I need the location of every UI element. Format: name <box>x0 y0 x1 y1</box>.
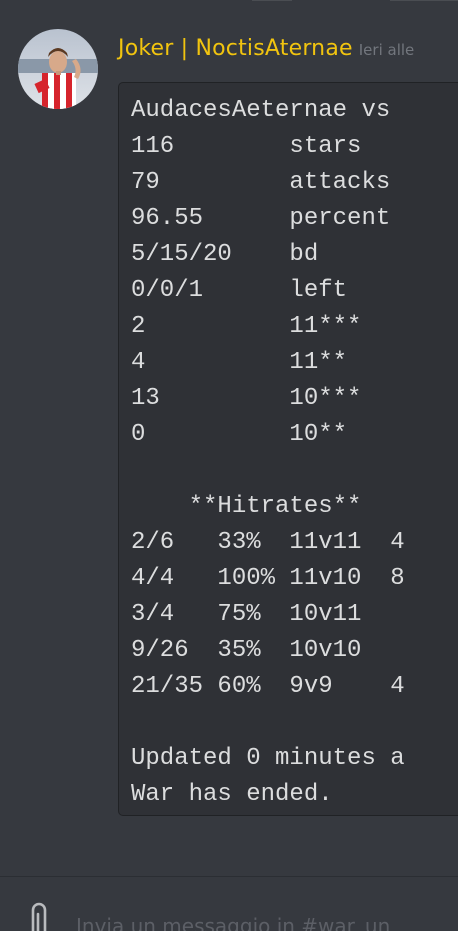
composer-divider <box>0 876 458 877</box>
code-line: 21/35 60% 9v9 4 <box>131 673 405 700</box>
code-line: AudacesAeternae vs <box>131 97 391 124</box>
chat-screen: Joker | NoctisAternae Ieri alle AudacesAe… <box>0 0 458 931</box>
code-line: War has ended. <box>131 781 333 808</box>
code-line: **Hitrates** <box>131 493 362 520</box>
username[interactable]: Joker | NoctisAternae <box>118 36 353 61</box>
attach-button[interactable] <box>26 900 52 931</box>
code-line: Updated 0 minutes a <box>131 745 405 772</box>
divider-line-right <box>390 0 458 1</box>
user-avatar[interactable] <box>18 29 98 109</box>
code-line: 2/6 33% 11v11 4 <box>131 529 405 556</box>
message-input[interactable] <box>76 908 458 931</box>
code-line: 5/15/20 bd <box>131 241 319 268</box>
code-line: 2 11*** <box>131 313 362 340</box>
timestamp: Ieri alle <box>358 41 415 59</box>
message-header: Joker | NoctisAternae Ieri alle <box>118 36 414 61</box>
code-line: 4 11** <box>131 349 348 376</box>
code-line: 79 attacks <box>131 169 391 196</box>
code-line: 96.55 percent <box>131 205 391 232</box>
code-line: 13 10*** <box>131 385 362 412</box>
previous-message-divider <box>0 0 458 6</box>
paperclip-icon <box>31 902 47 931</box>
code-line: 0 10** <box>131 421 348 448</box>
code-line: 3/4 75% 10v11 <box>131 601 362 628</box>
code-block: AudacesAeternae vs 116 stars 79 attacks … <box>118 82 458 816</box>
divider-line-left <box>252 0 292 1</box>
code-line: 0/0/1 left <box>131 277 348 304</box>
code-line: 116 stars <box>131 133 362 160</box>
code-line: 9/26 35% 10v10 <box>131 637 362 664</box>
code-line: 4/4 100% 11v10 8 <box>131 565 405 592</box>
avatar-image <box>18 29 98 109</box>
